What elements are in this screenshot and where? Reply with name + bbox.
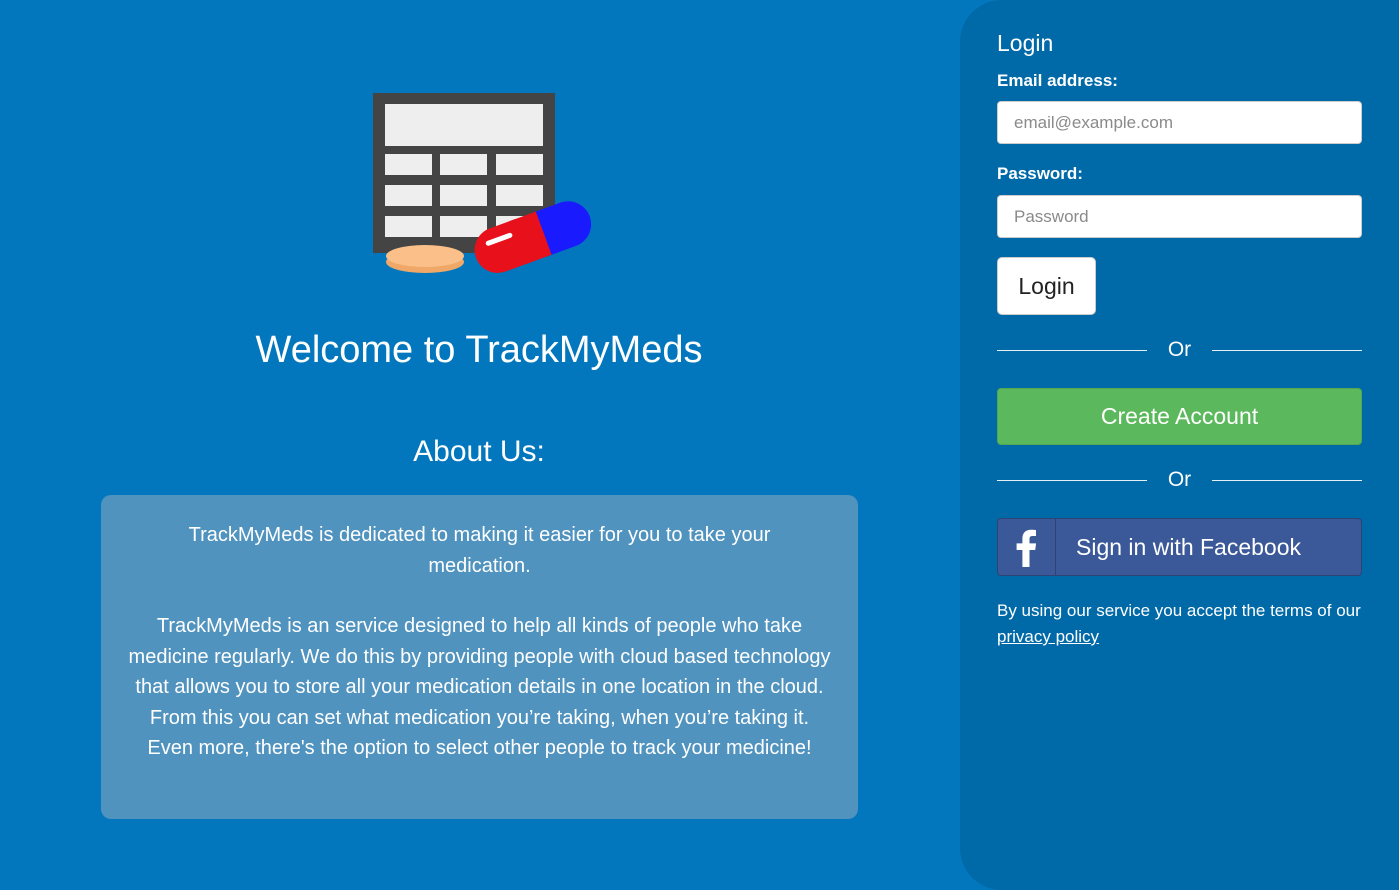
login-title: Login — [997, 30, 1054, 56]
email-input[interactable] — [997, 101, 1362, 144]
terms-text: By using our service you accept the term… — [997, 601, 1361, 620]
about-heading: About Us: — [413, 435, 545, 468]
password-label: Password: — [997, 164, 1083, 183]
facebook-icon-box — [998, 519, 1056, 575]
login-button[interactable]: Login — [997, 257, 1096, 315]
facebook-icon — [1016, 529, 1037, 567]
password-input[interactable] — [997, 195, 1362, 238]
calendar-pills-logo — [373, 93, 592, 273]
divider-line — [1212, 350, 1362, 351]
terms-notice: By using our service you accept the term… — [997, 598, 1362, 650]
facebook-button-label: Sign in with Facebook — [1076, 534, 1302, 560]
welcome-title: Welcome to TrackMyMeds — [255, 329, 703, 371]
about-paragraph-description: TrackMyMeds is an service designed to he… — [128, 615, 831, 759]
or-divider: Or — [997, 468, 1362, 492]
create-account-button[interactable]: Create Account — [997, 388, 1362, 445]
or-divider: Or — [997, 338, 1362, 362]
about-paragraph-intro: TrackMyMeds is dedicated to making it ea… — [188, 524, 771, 577]
main-content: Welcome to TrackMyMeds About Us: TrackMy… — [0, 0, 958, 890]
divider-line — [1212, 480, 1362, 481]
about-box: TrackMyMeds is dedicated to making it ea… — [101, 495, 858, 819]
privacy-policy-link[interactable]: privacy policy — [997, 627, 1099, 646]
login-panel: Login Email address: Password: Login Or … — [960, 0, 1399, 890]
email-label: Email address: — [997, 71, 1118, 90]
facebook-signin-button[interactable]: Sign in with Facebook — [997, 518, 1362, 576]
